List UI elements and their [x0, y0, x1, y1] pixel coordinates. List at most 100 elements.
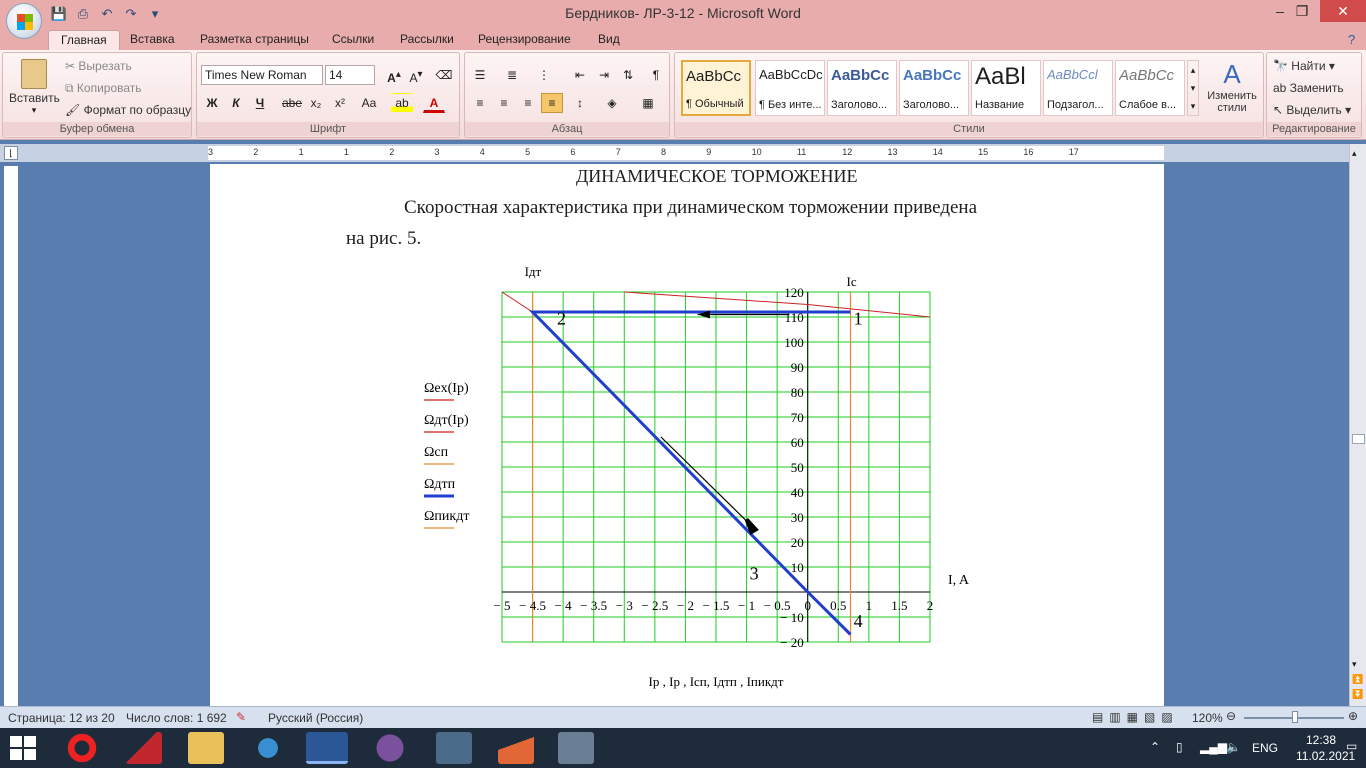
line-spacing-icon[interactable]: ↕: [569, 93, 591, 113]
change-styles-button[interactable]: A Изменить стили: [1203, 59, 1261, 114]
scroll-thumb[interactable]: [1352, 434, 1365, 444]
copy-button[interactable]: ⧉ Копировать: [65, 81, 142, 96]
grow-font-icon[interactable]: A▴: [383, 65, 405, 85]
italic-button[interactable]: К: [225, 93, 247, 113]
tray-chevron-icon[interactable]: ⌃: [1150, 740, 1160, 754]
calculator-icon[interactable]: [436, 732, 472, 764]
shrink-font-icon[interactable]: A▾: [405, 65, 427, 85]
increase-indent-icon[interactable]: ⇥: [593, 65, 615, 85]
clear-format-icon[interactable]: ⌫: [433, 65, 455, 85]
sort-icon[interactable]: ⇅: [617, 65, 639, 85]
style-heading2[interactable]: AaBbCc Заголово...: [899, 60, 969, 116]
signal-icon[interactable]: ▂▄▆: [1200, 740, 1227, 754]
input-language[interactable]: ENG: [1252, 741, 1278, 755]
save-icon[interactable]: 💾: [50, 5, 68, 23]
styles-scroll[interactable]: ▴ ▾ ▾: [1187, 60, 1199, 116]
align-right-icon[interactable]: ≡: [517, 93, 539, 113]
paste-button[interactable]: Вставить ▾: [9, 57, 60, 121]
network-app-icon[interactable]: [250, 732, 286, 764]
multilevel-list-icon[interactable]: ⋮: [533, 65, 555, 85]
mathcad-icon[interactable]: [558, 732, 594, 764]
autocad-icon[interactable]: [126, 732, 162, 764]
undo-icon[interactable]: ↶: [98, 5, 116, 23]
bullets-icon[interactable]: ☰: [469, 65, 491, 85]
underline-button[interactable]: Ч: [249, 93, 271, 113]
editing-group-label: Редактирование: [1267, 122, 1361, 136]
horizontal-ruler[interactable]: 3 2 1 1 2 3 4 5 6 7 8 9 10 11 12 13 14 15 16 17: [208, 146, 1164, 160]
format-painter-button[interactable]: 🖌 Формат по образцу: [65, 103, 191, 117]
redo-icon[interactable]: ↷: [122, 5, 140, 23]
decrease-indent-icon[interactable]: ⇤: [569, 65, 591, 85]
align-center-icon[interactable]: ≡: [493, 93, 515, 113]
viber-icon[interactable]: [372, 732, 408, 764]
tab-insert[interactable]: Вставка: [118, 30, 187, 50]
style-no-spacing[interactable]: AaBbCcDc ¶ Без инте...: [755, 60, 825, 116]
zoom-slider-thumb[interactable]: [1292, 711, 1298, 723]
pilcrow-icon[interactable]: ¶: [645, 65, 667, 85]
strikethrough-button[interactable]: abe: [281, 93, 303, 113]
page-indicator[interactable]: Страница: 12 из 20: [8, 711, 115, 725]
tab-selector[interactable]: ⌊: [4, 146, 18, 160]
y-tick-label: 90: [791, 360, 804, 375]
font-family-select[interactable]: Times New Roman: [201, 65, 323, 85]
change-case-button[interactable]: Aa: [355, 93, 383, 113]
zoom-in-icon[interactable]: ⊕: [1348, 709, 1358, 723]
tab-mailings[interactable]: Рассылки: [388, 30, 466, 50]
tab-review[interactable]: Рецензирование: [466, 30, 583, 50]
volume-icon[interactable]: 🔈: [1226, 740, 1241, 754]
tab-view[interactable]: Вид: [586, 30, 632, 50]
scroll-down-icon[interactable]: ▾: [1352, 659, 1357, 670]
language-indicator[interactable]: Русский (Россия): [268, 711, 363, 725]
maximize-button[interactable]: ❐: [1282, 0, 1322, 22]
tab-page-layout[interactable]: Разметка страницы: [188, 30, 321, 50]
file-explorer-icon[interactable]: [188, 732, 224, 764]
spellcheck-icon[interactable]: ✎: [236, 710, 246, 724]
style-heading1[interactable]: AaBbCc Заголово...: [827, 60, 897, 116]
prev-page-icon[interactable]: ⏫: [1352, 674, 1363, 685]
bold-button[interactable]: Ж: [201, 93, 223, 113]
help-icon[interactable]: ?: [1348, 32, 1355, 47]
shading-icon[interactable]: ◈: [601, 93, 623, 113]
matlab-icon[interactable]: [498, 732, 534, 764]
close-button[interactable]: ✕: [1320, 0, 1366, 22]
word-count[interactable]: Число слов: 1 692: [126, 711, 227, 725]
font-color-icon[interactable]: A: [423, 93, 445, 113]
cut-button[interactable]: ✂ Вырезать: [65, 59, 132, 73]
select-button[interactable]: ↖ Выделить ▾: [1273, 103, 1351, 117]
opera-icon[interactable]: [64, 732, 100, 764]
zoom-out-icon[interactable]: ⊖: [1226, 709, 1236, 723]
zoom-level[interactable]: 120%: [1192, 711, 1223, 725]
superscript-button[interactable]: x²: [329, 93, 351, 113]
justify-icon[interactable]: ≡: [541, 93, 563, 113]
word-taskbar-icon[interactable]: [306, 732, 348, 764]
change-styles-label: Изменить стили: [1207, 90, 1257, 114]
tab-references[interactable]: Ссылки: [320, 30, 386, 50]
next-page-icon[interactable]: ⏬: [1352, 689, 1363, 700]
style-subtitle[interactable]: AaBbCcl Подзагол...: [1043, 60, 1113, 116]
office-button[interactable]: [6, 3, 42, 39]
borders-icon[interactable]: ▦: [637, 93, 659, 113]
style-normal[interactable]: AaBbCc ¶ Обычный: [681, 60, 751, 116]
print-icon[interactable]: ⎙: [74, 5, 92, 23]
font-size-select[interactable]: 14: [325, 65, 375, 85]
style-subtle-emphasis[interactable]: AaBbCc Слабое в...: [1115, 60, 1185, 116]
clock-time[interactable]: 12:38: [1306, 733, 1336, 747]
align-left-icon[interactable]: ≡: [469, 93, 491, 113]
notifications-icon[interactable]: ▭: [1346, 739, 1357, 753]
tab-home[interactable]: Главная: [48, 30, 120, 50]
scroll-up-icon[interactable]: ▴: [1352, 148, 1357, 159]
numbering-icon[interactable]: ≣: [501, 65, 523, 85]
windows-start-icon[interactable]: [10, 736, 36, 760]
vertical-scrollbar[interactable]: ▴ ▾ ⏫ ⏬: [1349, 144, 1366, 706]
vertical-ruler[interactable]: [4, 166, 18, 706]
style-title[interactable]: AaBl Название: [971, 60, 1041, 116]
battery-icon[interactable]: ▯: [1176, 740, 1183, 754]
highlight-icon[interactable]: ab: [391, 93, 413, 113]
replace-button[interactable]: ab Заменить: [1273, 81, 1344, 95]
find-button[interactable]: 🔭 Найти ▾: [1273, 59, 1335, 73]
document-page[interactable]: ДИНАМИЧЕСКОЕ ТОРМОЖЕНИЕ Скоростная харак…: [210, 164, 1164, 708]
customize-qat-icon[interactable]: ▾: [146, 5, 164, 23]
view-buttons[interactable]: ▤▥▦▧▨: [1092, 710, 1179, 724]
subscript-button[interactable]: x₂: [305, 93, 327, 113]
change-styles-icon: A: [1223, 59, 1241, 89]
